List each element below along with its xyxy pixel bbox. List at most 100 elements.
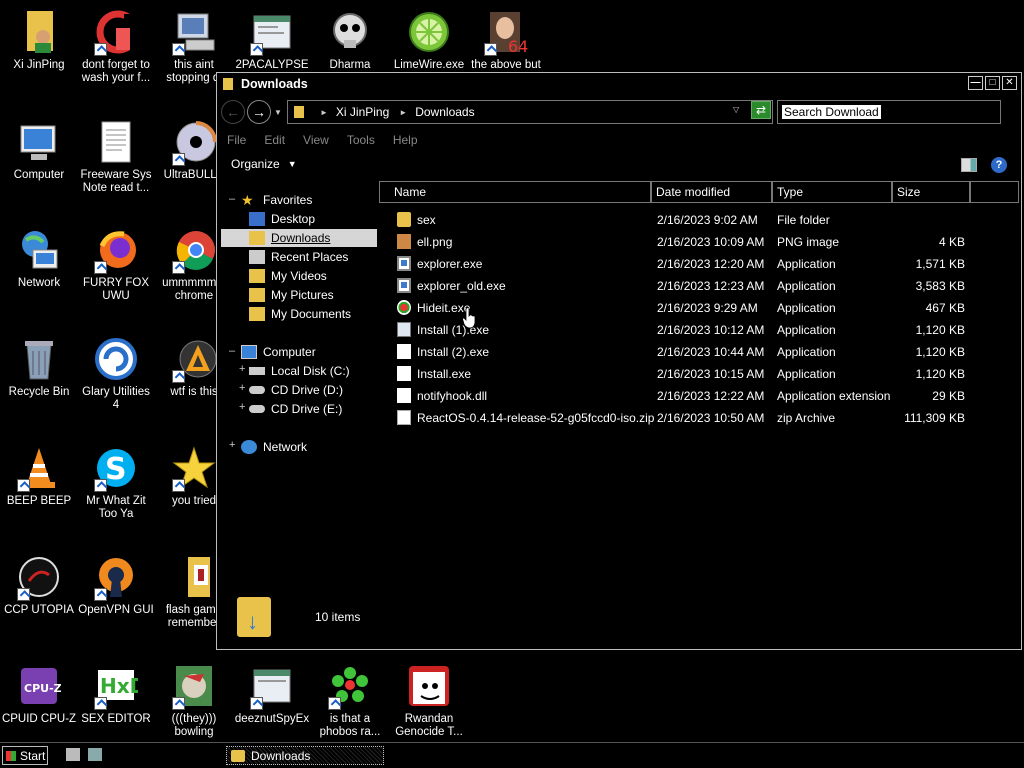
- desktop-icon-hxd[interactable]: HxD SEX EDITOR: [77, 662, 155, 726]
- file-name: Install (1).exe: [417, 323, 490, 337]
- minimize-button[interactable]: —: [968, 76, 983, 90]
- file-row[interactable]: explorer_old.exe 2/16/2023 12:23 AM Applic…: [393, 276, 993, 296]
- refresh-button[interactable]: ⇄: [751, 101, 771, 119]
- start-button[interactable]: Start: [2, 746, 48, 765]
- column-header-type[interactable]: Type: [772, 181, 892, 203]
- dll-file-icon: [397, 388, 411, 403]
- nav-computer[interactable]: Computer: [241, 343, 316, 361]
- desktop-icon-meme[interactable]: Rwandan Genocide T...: [390, 662, 468, 739]
- menu-file[interactable]: File: [227, 133, 246, 147]
- collapse-favorites-icon[interactable]: –: [229, 193, 235, 205]
- nav-recent-places[interactable]: Recent Places: [249, 248, 348, 266]
- file-row[interactable]: sex 2/16/2023 9:02 AM File folder: [393, 210, 993, 230]
- nav-downloads[interactable]: Downloads: [221, 229, 377, 247]
- expand-network-icon[interactable]: +: [229, 439, 235, 451]
- desktop-icon-limewire[interactable]: LimeWire.exe: [390, 8, 468, 72]
- preview-pane-icon[interactable]: [961, 158, 977, 172]
- nav-my-videos-label: My Videos: [271, 269, 327, 283]
- desktop-icon-portrait[interactable]: 64 the above but: [467, 8, 545, 72]
- videos-folder-icon: [249, 269, 265, 283]
- blank-file-icon: [397, 366, 411, 381]
- desktop-icon-label: LimeWire.exe: [393, 59, 465, 71]
- file-row[interactable]: Install.exe 2/16/2023 10:15 AM Application…: [393, 364, 993, 384]
- nav-my-pictures[interactable]: My Pictures: [249, 286, 334, 304]
- nav-local-disk-c[interactable]: Local Disk (C:): [249, 362, 350, 380]
- desktop-icon-icq[interactable]: is that a phobos ra...: [311, 662, 389, 739]
- desktop-icon-label: Xi JinPing: [13, 59, 65, 71]
- desktop-icon-cpuz[interactable]: CPU-Z CPUID CPU-Z: [0, 662, 78, 726]
- desktop-icon-network[interactable]: Network: [0, 226, 78, 290]
- file-row[interactable]: explorer.exe 2/16/2023 12:20 AM Applicatio…: [393, 254, 993, 274]
- breadcrumb-user[interactable]: Xi JinPing: [336, 105, 389, 119]
- menu-edit[interactable]: Edit: [264, 133, 285, 147]
- file-size: 29 KB: [932, 389, 965, 403]
- desktop-icon-glary[interactable]: Glary Utilities 4: [77, 335, 155, 412]
- file-row[interactable]: notifyhook.dll 2/16/2023 12:22 AM Applicat…: [393, 386, 993, 406]
- meme-face-icon: [405, 662, 453, 710]
- breadcrumb-arrow-icon[interactable]: ►: [399, 108, 407, 117]
- window-app-icon: [248, 8, 296, 56]
- desktop-icon-dharma[interactable]: Dharma: [311, 8, 389, 72]
- desktop-icon-freeware-note[interactable]: Freeware Sys Note read t...: [77, 118, 155, 195]
- search-input[interactable]: [782, 105, 881, 119]
- desktop-icon-ccp-utopia[interactable]: CCP UTOPIA: [0, 553, 78, 617]
- column-header-size[interactable]: Size: [892, 181, 970, 203]
- expand-icon[interactable]: +: [239, 382, 245, 394]
- address-bar[interactable]: ► Xi JinPing ► Downloads: [287, 100, 773, 124]
- title-bar[interactable]: Downloads — □ ✕: [217, 73, 1021, 95]
- maximize-button[interactable]: □: [985, 76, 1000, 90]
- close-button[interactable]: ✕: [1002, 76, 1017, 90]
- nav-desktop[interactable]: Desktop: [249, 210, 373, 228]
- desktop-icon-bowling[interactable]: (((they))) bowling: [155, 662, 233, 739]
- menu-bar: File Edit View Tools Help: [227, 133, 418, 147]
- file-row[interactable]: Install (2).exe 2/16/2023 10:44 AM Applica…: [393, 342, 993, 362]
- file-name: Install.exe: [417, 367, 472, 381]
- expand-icon[interactable]: +: [239, 401, 245, 413]
- column-header-extra[interactable]: [970, 181, 1019, 203]
- back-button[interactable]: ←: [221, 100, 245, 124]
- nav-my-videos[interactable]: My Videos: [249, 267, 327, 285]
- help-icon[interactable]: ?: [991, 157, 1007, 173]
- item-count: 10 items: [315, 610, 361, 624]
- menu-view[interactable]: View: [303, 133, 329, 147]
- column-header-name[interactable]: Name: [379, 181, 651, 203]
- file-size: 111,309 KB: [904, 411, 965, 425]
- desktop-icon-skype[interactable]: S Mr What Zit Too Ya: [77, 444, 155, 521]
- desktop-icon-spyex[interactable]: deeznutSpyEx: [233, 662, 311, 726]
- nav-network[interactable]: Network: [241, 438, 307, 456]
- desktop-icon-firefox[interactable]: FURRY FOX UWU: [77, 226, 155, 303]
- explorer-quicklaunch-icon[interactable]: [88, 748, 102, 761]
- forward-button[interactable]: →: [247, 100, 271, 124]
- nav-favorites[interactable]: ★ Favorites: [241, 191, 312, 209]
- file-row[interactable]: Hideit.exe 2/16/2023 9:29 AM Application 46…: [393, 298, 993, 318]
- desktop-icon-vlc[interactable]: BEEP BEEP: [0, 444, 78, 508]
- desktop-icon-recycle-bin[interactable]: Recycle Bin: [0, 335, 78, 399]
- expand-icon[interactable]: +: [239, 363, 245, 375]
- desktop-icon-computer[interactable]: Computer: [0, 118, 78, 182]
- desktop-icon-2pacalypse[interactable]: 2PACALYPSE: [233, 8, 311, 72]
- search-box[interactable]: [777, 100, 1001, 124]
- menu-tools[interactable]: Tools: [347, 133, 375, 147]
- file-date-modified: 2/16/2023 9:02 AM: [657, 213, 758, 227]
- column-name-label: Name: [394, 185, 427, 199]
- file-row[interactable]: ell.png 2/16/2023 10:09 AM PNG image 4 KB: [393, 232, 993, 252]
- taskbar-button-downloads[interactable]: Downloads: [226, 746, 384, 765]
- breadcrumb-arrow-icon[interactable]: ►: [320, 108, 328, 117]
- desktop-icon-ccleaner[interactable]: dont forget to wash your f...: [77, 8, 155, 85]
- desktop-icon-user-folder[interactable]: Xi JinPing: [0, 8, 78, 72]
- organize-button[interactable]: Organize ▼: [231, 157, 297, 171]
- nav-cd-drive-d[interactable]: CD Drive (D:): [249, 381, 343, 399]
- file-row[interactable]: ReactOS-0.4.14-release-52-g05fccd0-iso.z…: [393, 408, 993, 428]
- breadcrumb-downloads[interactable]: Downloads: [415, 105, 474, 119]
- column-header-date[interactable]: Date modified: [651, 181, 772, 203]
- show-desktop-icon[interactable]: [66, 748, 80, 761]
- nav-cd-drive-e[interactable]: CD Drive (E:): [249, 400, 342, 418]
- address-dropdown-icon[interactable]: ▽: [733, 105, 739, 114]
- desktop-icon-openvpn[interactable]: OpenVPN GUI: [77, 553, 155, 617]
- nav-my-documents[interactable]: My Documents: [249, 305, 351, 323]
- shortcut-arrow-icon: [172, 370, 185, 383]
- recent-pages-dropdown-icon[interactable]: ▼: [274, 108, 282, 117]
- file-row[interactable]: Install (1).exe 2/16/2023 10:12 AM Applica…: [393, 320, 993, 340]
- menu-help[interactable]: Help: [393, 133, 418, 147]
- collapse-computer-icon[interactable]: –: [229, 345, 235, 357]
